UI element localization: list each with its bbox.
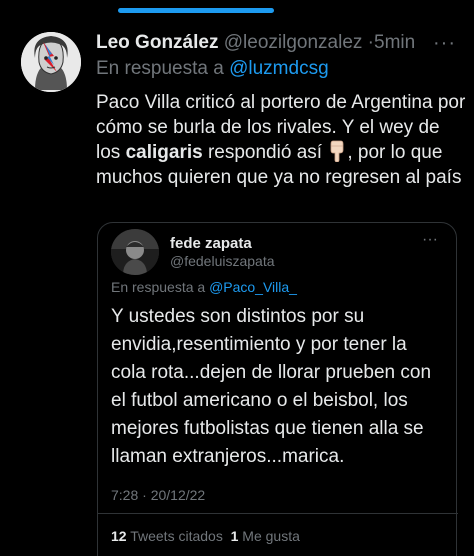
quote-label[interactable]: Tweets citados	[130, 528, 223, 544]
like-label[interactable]: Me gusta	[242, 528, 300, 544]
tweet-text-part2: respondió así	[202, 142, 328, 163]
quoted-tweet-text: Y ustedes son distintos por su envidia,r…	[111, 306, 432, 467]
pointing-down-hand-emoji	[327, 140, 347, 163]
quoted-reply-to-link[interactable]: @Paco_Villa_	[209, 279, 297, 295]
author-name[interactable]: Leo González	[96, 32, 218, 53]
quote-count[interactable]: 12	[111, 528, 127, 544]
quoted-author-avatar[interactable]	[111, 229, 159, 275]
time-ago[interactable]: 5min	[374, 32, 415, 53]
author-handle[interactable]: @leozilgonzalez	[224, 32, 363, 53]
tweet[interactable]: Leo González @leozilgonzalez ·5min ··· E…	[0, 0, 474, 556]
reply-prefix: En respuesta a	[96, 58, 224, 79]
quoted-stats: 12 Tweets citados 1 Me gusta	[111, 528, 300, 544]
quoted-timestamp[interactable]: 7:28 · 20/12/22	[111, 487, 205, 503]
tweet-text: Paco Villa criticó al portero de Argenti…	[96, 90, 466, 190]
author-avatar[interactable]	[21, 32, 81, 92]
quoted-author-handle[interactable]: @fedeluiszapata	[170, 253, 275, 269]
divider	[98, 513, 458, 514]
more-dots-icon[interactable]: ···	[433, 32, 456, 55]
reply-context: En respuesta a @luzmdcsg	[96, 58, 329, 80]
quoted-author-name[interactable]: fede zapata	[170, 235, 252, 252]
quoted-more-dots-icon[interactable]: ···	[422, 231, 438, 249]
reply-to-link[interactable]: @luzmdcsg	[229, 58, 329, 79]
quoted-reply-prefix: En respuesta a	[111, 279, 206, 295]
like-count[interactable]: 1	[231, 528, 239, 544]
quoted-reply-context: En respuesta a @Paco_Villa_	[111, 279, 297, 295]
tweet-header: Leo González @leozilgonzalez ·5min	[96, 32, 446, 54]
quoted-tweet[interactable]: fede zapata @fedeluiszapata ··· En respu…	[97, 222, 458, 556]
tweet-text-bold: caligaris	[125, 142, 203, 163]
